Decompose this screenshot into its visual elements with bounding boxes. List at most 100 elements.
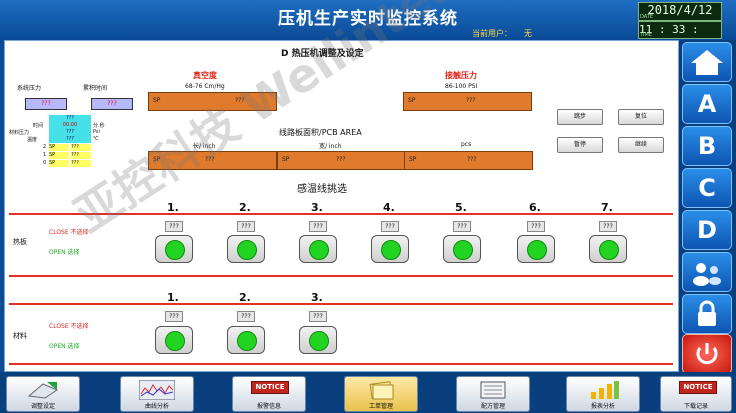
mini-time-unit: 分.秒 (93, 123, 105, 129)
home-button[interactable] (682, 42, 732, 82)
cumulative-time-label: 累积时间 (83, 85, 108, 92)
continue-button[interactable]: 继续 (618, 137, 664, 153)
contact-sp-label: SP (408, 97, 416, 104)
hot-plate-sensor-toggle[interactable] (371, 235, 409, 263)
footer-nav-label: 报表分析 (590, 403, 615, 410)
footer-nav-button[interactable]: 调整设定 (6, 376, 80, 412)
mini-row-value: ??? (71, 160, 91, 167)
hot-plate-sensor-number: 1. (167, 201, 179, 214)
status-lamp-icon (309, 331, 329, 351)
footer-nav-button[interactable]: NOTICE 报警信息 (232, 376, 306, 412)
home-icon (691, 50, 723, 75)
hot-plate-sensor-number: 6. (529, 201, 541, 214)
hot-plate-sensor-reading: ??? (453, 221, 471, 232)
material-sensor-reading: ??? (309, 311, 327, 322)
adjust-icon (27, 382, 59, 399)
mini-time-value: 00.00 (49, 122, 91, 129)
reset-button[interactable]: 复位 (618, 109, 664, 125)
pause-button[interactable]: 暂停 (557, 137, 603, 153)
page-d-button[interactable]: D (682, 210, 732, 250)
mini-temp-label: 温度 (27, 137, 38, 143)
area-pcs-label: pcs (461, 141, 472, 148)
users-icon (693, 263, 721, 286)
divider-line (9, 363, 673, 365)
hot-plate-sensor-number: 3. (311, 201, 323, 214)
area-pcs-field[interactable]: SP ??? (404, 151, 533, 170)
notice-icon: NOTICE (251, 381, 289, 394)
material-sensor-reading: ??? (237, 311, 255, 322)
status-lamp-icon (309, 240, 329, 260)
area-wide-value: ??? (336, 156, 346, 163)
footer-nav-label: 报警信息 (256, 403, 281, 410)
page-b-button[interactable]: B (682, 126, 732, 166)
page-c-button[interactable]: C (682, 168, 732, 208)
area-pcs-sp: SP (409, 156, 417, 163)
status-lamp-icon (599, 240, 619, 260)
material-sensor-toggle[interactable] (155, 326, 193, 354)
users-button[interactable] (682, 252, 732, 292)
pcb-area-title: 线路板面积/PCB AREA (279, 128, 362, 137)
hot-plate-sensor-toggle[interactable] (517, 235, 555, 263)
vacuum-title: 真空度 (193, 71, 217, 80)
vacuum-sp-label: SP (153, 97, 161, 104)
mini-pressure-value: ??? (49, 129, 91, 136)
footer-nav-button[interactable]: 曲线分析 (120, 376, 194, 412)
mini-row-value: ??? (71, 152, 91, 159)
system-pressure-value: ??? (25, 98, 67, 110)
footer-nav-button[interactable]: NOTICE 下载记录 (660, 376, 732, 412)
power-button[interactable] (682, 334, 732, 374)
hot-plate-sensor-toggle[interactable] (299, 235, 337, 263)
hot-plate-sensor-number: 7. (601, 201, 613, 214)
area-pcs-value: ??? (467, 156, 477, 163)
page-a-button[interactable]: A (682, 84, 732, 124)
section-title: D 热压机调整及设定 (281, 49, 364, 59)
material-close-label: CLOSE 不选择 (49, 323, 89, 330)
material-open-label: OPEN 选择 (49, 343, 80, 350)
hot-plate-sensor-toggle[interactable] (227, 235, 265, 263)
mini-temp-unit: ℃ (93, 136, 99, 142)
footer-nav-label: 曲线分析 (144, 403, 169, 410)
mini-row-index: 2 (43, 144, 47, 150)
power-icon (696, 343, 718, 365)
status-lamp-icon (165, 240, 185, 260)
area-long-label: 长/ inch (193, 143, 216, 150)
contact-pressure-field[interactable]: SP ??? (403, 92, 532, 111)
step-button[interactable]: 跳步 (557, 109, 603, 125)
mini-row-sp: SP (49, 160, 69, 167)
hot-plate-sensor-toggle[interactable] (155, 235, 193, 263)
mini-table-header: ??? (49, 115, 91, 122)
material-sensor-number: 3. (311, 291, 323, 304)
status-lamp-icon (453, 240, 473, 260)
hot-plate-sensor-toggle[interactable] (589, 235, 627, 263)
footer-nav-label: 配方管理 (480, 403, 505, 410)
recipe-icon (480, 381, 506, 399)
system-pressure-label: 系统压力 (17, 85, 42, 92)
area-wide-field[interactable]: SP ??? (277, 151, 405, 170)
area-long-field[interactable]: SP ??? (148, 151, 277, 170)
footer-nav-button[interactable]: 报表分析 (566, 376, 640, 412)
area-wide-sp: SP (282, 156, 290, 163)
material-sensor-toggle[interactable] (227, 326, 265, 354)
status-lamp-icon (381, 240, 401, 260)
footer-nav-label: 下载记录 (683, 403, 708, 410)
mini-row-sp: SP (49, 152, 69, 159)
mini-temp-value: ??? (49, 136, 91, 143)
contact-pressure-range: 86-100 PSI (445, 83, 478, 90)
footer-nav-label: 调整设定 (30, 403, 55, 410)
divider-line (9, 275, 673, 277)
hot-plate-sensor-number: 4. (383, 201, 395, 214)
report-icon (591, 381, 619, 399)
material-sensor-toggle[interactable] (299, 326, 337, 354)
date-tag: DATE (640, 14, 654, 20)
mini-row-index: 1 (43, 152, 47, 158)
hot-plate-open-label: OPEN 选择 (49, 249, 80, 256)
hot-plate-sensor-toggle[interactable] (443, 235, 481, 263)
footer-nav-button[interactable]: 配方管理 (456, 376, 530, 412)
current-user-value: 无 (524, 29, 532, 38)
mini-row-value: ??? (71, 144, 91, 151)
lock-button[interactable] (682, 294, 732, 334)
vacuum-setpoint-field[interactable]: SP ??? (148, 92, 277, 111)
time-tag: TIME (640, 32, 653, 38)
footer-nav-button[interactable]: 工单管理 (344, 376, 418, 412)
divider-line (9, 213, 673, 215)
